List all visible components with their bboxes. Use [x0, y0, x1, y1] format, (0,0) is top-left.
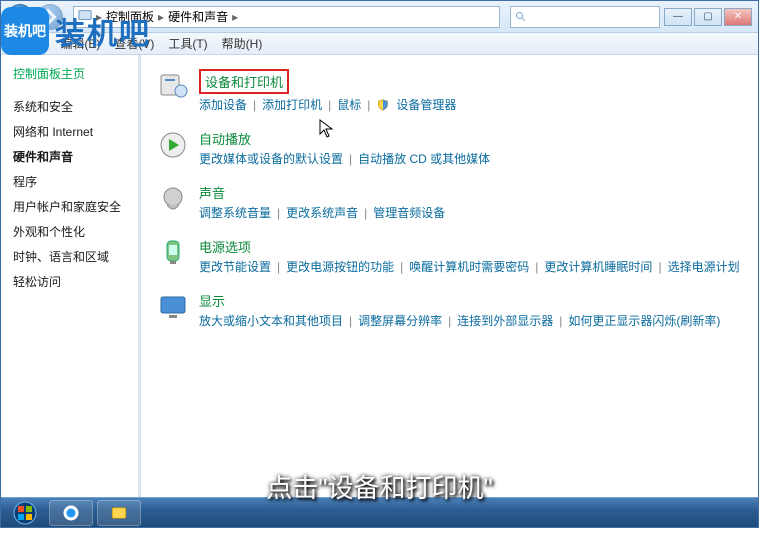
sidebar-item[interactable]: 硬件和声音	[13, 144, 138, 169]
category-title[interactable]: 自动播放	[199, 132, 251, 147]
task-link[interactable]: 放大或缩小文本和其他项目	[199, 312, 343, 329]
category-title[interactable]: 声音	[199, 186, 225, 201]
task-link[interactable]: 添加设备	[199, 96, 247, 113]
menu-file[interactable]: 文件(F)	[7, 35, 46, 52]
task-link[interactable]: 更改计算机睡眠时间	[544, 258, 652, 275]
taskbar-app-1[interactable]	[49, 500, 93, 526]
task-link[interactable]: 更改电源按钮的功能	[286, 258, 394, 275]
task-link[interactable]: 更改节能设置	[199, 258, 271, 275]
category-row: 设备和打印机添加设备 | 添加打印机 | 鼠标 | 设备管理器	[157, 69, 742, 113]
task-link[interactable]: 连接到外部显示器	[457, 312, 553, 329]
menu-help[interactable]: 帮助(H)	[222, 35, 263, 52]
window-controls: — ▢ ✕	[664, 8, 752, 26]
task-link[interactable]: 调整系统音量	[199, 204, 271, 221]
task-link[interactable]: 如何更正显示器闪烁(刷新率)	[568, 312, 720, 329]
link-separator: |	[328, 98, 331, 112]
link-separator: |	[658, 260, 661, 274]
link-separator: |	[253, 98, 256, 112]
category-row: 自动播放更改媒体或设备的默认设置 | 自动播放 CD 或其他媒体	[157, 129, 742, 167]
menu-tools[interactable]: 工具(T)	[168, 35, 207, 52]
address-bar[interactable]: ▸ 控制面板 ▸ 硬件和声音 ▸	[73, 6, 500, 28]
task-link[interactable]: 鼠标	[337, 96, 361, 113]
breadcrumb-icon	[78, 8, 92, 25]
nav-back-button[interactable]	[7, 4, 33, 30]
category-icon	[157, 237, 189, 269]
link-separator: |	[559, 314, 562, 328]
link-separator: |	[277, 260, 280, 274]
sidebar-item[interactable]: 系统和安全	[13, 94, 138, 119]
nav-forward-button[interactable]	[37, 4, 63, 30]
menu-view[interactable]: 查看(V)	[114, 35, 154, 52]
link-separator: |	[349, 152, 352, 166]
task-link[interactable]: 更改媒体或设备的默认设置	[199, 150, 343, 167]
task-link[interactable]: 唤醒计算机时需要密码	[409, 258, 529, 275]
sidebar-item[interactable]: 用户帐户和家庭安全	[13, 194, 138, 219]
sidebar-item[interactable]: 外观和个性化	[13, 219, 138, 244]
category-row: 显示放大或缩小文本和其他项目 | 调整屏幕分辨率 | 连接到外部显示器 | 如何更正显示器闪…	[157, 291, 742, 329]
breadcrumb-separator: ▸	[96, 10, 102, 24]
content-area: 设备和打印机添加设备 | 添加打印机 | 鼠标 | 设备管理器自动播放更改媒体或设备的默认设…	[141, 55, 758, 527]
sidebar-home[interactable]: 控制面板主页	[13, 65, 138, 82]
link-separator: |	[349, 314, 352, 328]
sidebar: 控制面板主页 系统和安全网络和 Internet硬件和声音程序用户帐户和家庭安全…	[1, 55, 141, 527]
close-button[interactable]: ✕	[724, 8, 752, 26]
shield-icon	[376, 98, 390, 112]
link-separator: |	[277, 206, 280, 220]
titlebar: ▸ 控制面板 ▸ 硬件和声音 ▸ — ▢ ✕	[1, 1, 758, 33]
category-row: 电源选项更改节能设置 | 更改电源按钮的功能 | 唤醒计算机时需要密码 | 更改计算机睡眠时…	[157, 237, 742, 275]
task-link[interactable]: 设备管理器	[396, 96, 456, 113]
menu-edit[interactable]: 编辑(E)	[60, 35, 100, 52]
minimize-button[interactable]: —	[664, 8, 692, 26]
category-title[interactable]: 设备和打印机	[199, 69, 289, 94]
category-title[interactable]: 显示	[199, 294, 225, 309]
link-separator: |	[400, 260, 403, 274]
category-icon	[157, 291, 189, 323]
sidebar-item[interactable]: 时钟、语言和区域	[13, 244, 138, 269]
task-link[interactable]: 选择电源计划	[668, 258, 740, 275]
link-separator: |	[448, 314, 451, 328]
sidebar-item[interactable]: 网络和 Internet	[13, 119, 138, 144]
link-separator: |	[367, 98, 370, 112]
category-row: 声音调整系统音量 | 更改系统声音 | 管理音频设备	[157, 183, 742, 221]
breadcrumb-separator: ▸	[158, 10, 164, 24]
category-icon	[157, 183, 189, 215]
maximize-button[interactable]: ▢	[694, 8, 722, 26]
link-separator: |	[364, 206, 367, 220]
search-icon	[515, 11, 527, 23]
category-icon	[157, 69, 189, 101]
task-link[interactable]: 调整屏幕分辨率	[358, 312, 442, 329]
sidebar-item[interactable]: 轻松访问	[13, 269, 138, 294]
start-button[interactable]	[5, 499, 45, 527]
link-separator: |	[535, 260, 538, 274]
task-link[interactable]: 更改系统声音	[286, 204, 358, 221]
sidebar-item[interactable]: 程序	[13, 169, 138, 194]
menu-bar: 文件(F) 编辑(E) 查看(V) 工具(T) 帮助(H)	[1, 33, 758, 55]
category-title[interactable]: 电源选项	[199, 240, 251, 255]
taskbar-app-2[interactable]	[97, 500, 141, 526]
breadcrumb-separator: ▸	[232, 10, 238, 24]
task-link[interactable]: 管理音频设备	[373, 204, 445, 221]
search-input[interactable]	[510, 6, 660, 28]
breadcrumb-1[interactable]: 控制面板	[106, 8, 154, 25]
taskbar	[1, 497, 758, 527]
breadcrumb-2[interactable]: 硬件和声音	[168, 8, 228, 25]
task-link[interactable]: 自动播放 CD 或其他媒体	[358, 150, 490, 167]
task-link[interactable]: 添加打印机	[262, 96, 322, 113]
category-icon	[157, 129, 189, 161]
